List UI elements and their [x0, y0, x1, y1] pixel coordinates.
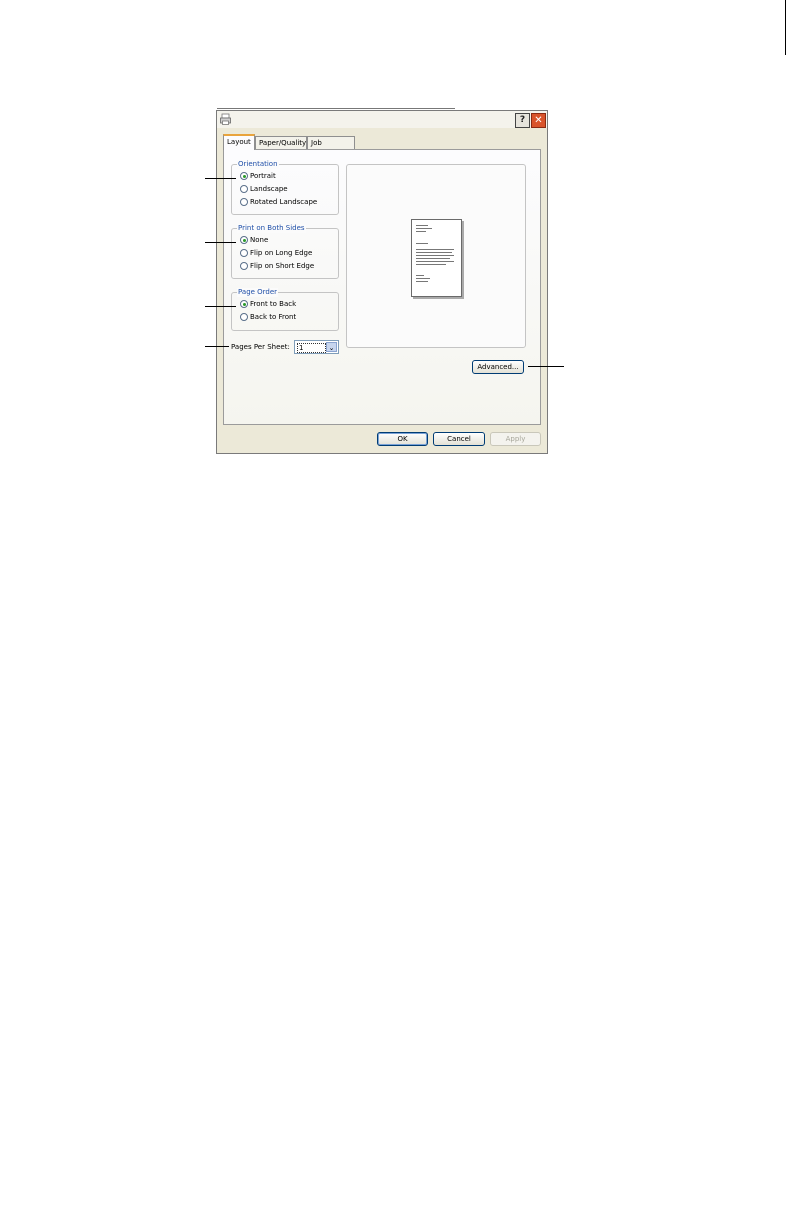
radio-icon[interactable] — [240, 262, 248, 270]
callout-line-pages-per-sheet — [205, 346, 229, 347]
duplex-none[interactable]: None — [240, 236, 268, 245]
option-label: Flip on Short Edge — [250, 262, 315, 270]
print-both-sides-group: Print on Both Sides None Flip on Long Ed… — [231, 224, 339, 279]
apply-button[interactable]: Apply — [490, 432, 541, 446]
orientation-legend: Orientation — [237, 160, 279, 169]
option-label: Landscape — [250, 185, 288, 193]
radio-icon[interactable] — [240, 249, 248, 257]
callout-line-advanced — [528, 366, 564, 367]
layout-tab-panel: Orientation Portrait Landscape Rotated L… — [223, 149, 541, 425]
option-label: Portrait — [250, 172, 276, 180]
pages-per-sheet-label: Pages Per Sheet: — [231, 343, 290, 351]
callout-line-page-order — [205, 306, 236, 307]
callout-line-print-both-sides — [205, 242, 236, 243]
tab-layout[interactable]: Layout — [223, 134, 255, 150]
close-button[interactable]: ✕ — [531, 113, 546, 128]
page-preview-icon — [411, 219, 462, 297]
radio-selected-icon[interactable] — [240, 236, 248, 244]
page-order-legend: Page Order — [237, 288, 279, 297]
advanced-button[interactable]: Advanced... — [472, 360, 524, 374]
tab-job-options[interactable]: Job Options — [307, 136, 355, 160]
option-label: None — [250, 236, 269, 244]
pages-per-sheet-select[interactable]: 1 ⌄ — [294, 340, 339, 354]
radio-icon[interactable] — [240, 198, 248, 206]
help-button[interactable]: ? — [515, 113, 530, 128]
printer-icon — [220, 113, 231, 125]
duplex-flip-short-edge[interactable]: Flip on Short Edge — [240, 262, 314, 271]
printer-properties-dialog: ? ✕ Layout Paper/Quality Job Options Ori… — [216, 110, 548, 454]
orientation-group: Orientation Portrait Landscape Rotated L… — [231, 160, 339, 215]
orientation-portrait[interactable]: Portrait — [240, 172, 276, 181]
option-label: Back to Front — [250, 313, 297, 321]
layout-preview — [346, 164, 526, 348]
option-label: Flip on Long Edge — [250, 249, 313, 257]
page-order-front-to-back[interactable]: Front to Back — [240, 300, 296, 309]
radio-selected-icon[interactable] — [240, 172, 248, 180]
cancel-button[interactable]: Cancel — [433, 432, 485, 446]
option-label: Front to Back — [250, 300, 297, 308]
radio-icon[interactable] — [240, 313, 248, 321]
option-label: Rotated Landscape — [250, 198, 318, 206]
orientation-landscape[interactable]: Landscape — [240, 185, 288, 194]
radio-selected-icon[interactable] — [240, 300, 248, 308]
orientation-rotated-landscape[interactable]: Rotated Landscape — [240, 198, 317, 207]
ok-button[interactable]: OK — [377, 432, 428, 446]
title-bar: ? ✕ — [217, 111, 547, 128]
duplex-flip-long-edge[interactable]: Flip on Long Edge — [240, 249, 312, 258]
tab-paper-quality[interactable]: Paper/Quality — [255, 136, 307, 149]
chevron-down-icon[interactable]: ⌄ — [326, 342, 337, 352]
pages-per-sheet-value: 1 — [297, 343, 326, 353]
print-both-sides-legend: Print on Both Sides — [237, 224, 306, 233]
callout-line-orientation — [205, 178, 236, 179]
page-order-group: Page Order Front to Back Back to Front — [231, 288, 339, 331]
page-edge-line — [785, 0, 786, 55]
top-rule — [217, 108, 455, 109]
radio-icon[interactable] — [240, 185, 248, 193]
page-order-back-to-front[interactable]: Back to Front — [240, 313, 296, 322]
